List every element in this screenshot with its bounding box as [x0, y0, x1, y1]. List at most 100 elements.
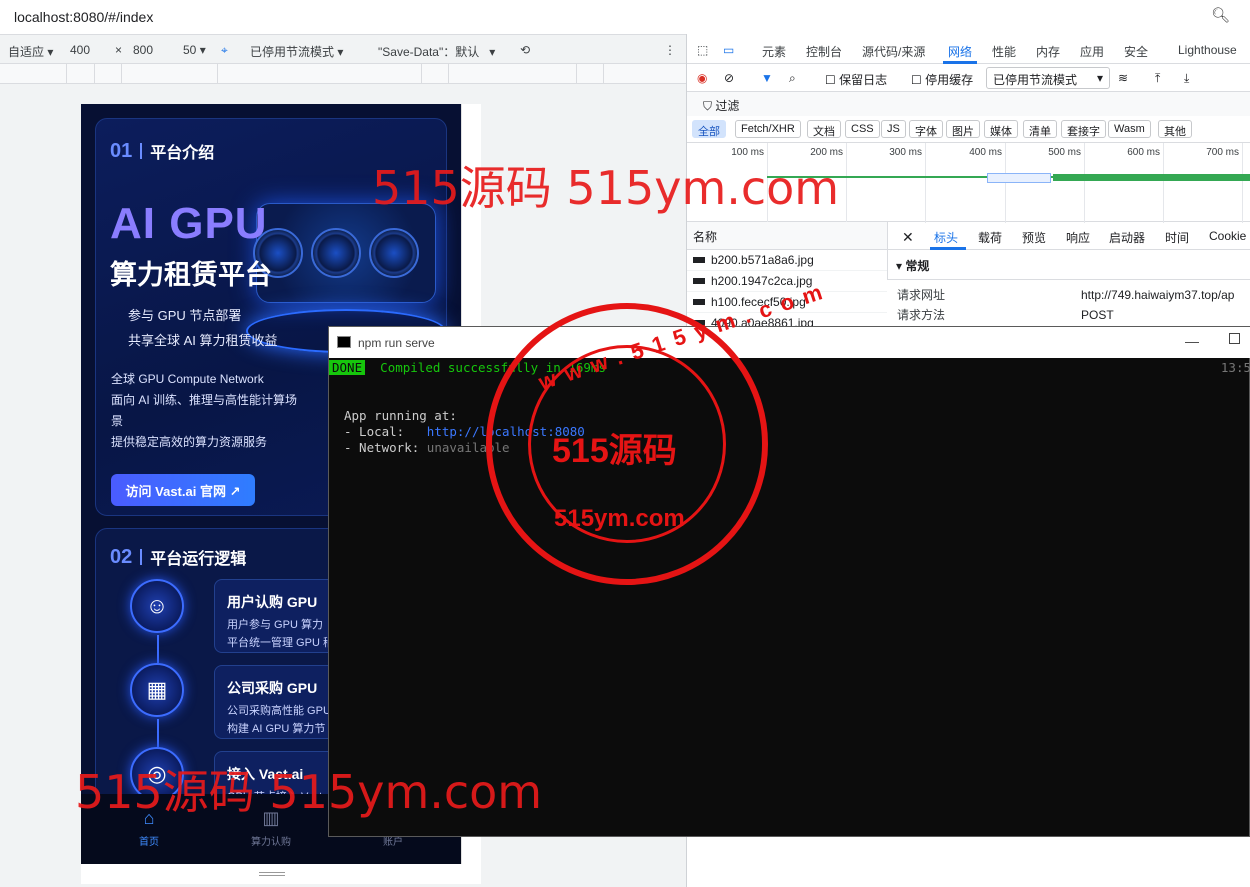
- terminal-title: npm run serve: [358, 336, 435, 350]
- type-wasm[interactable]: Wasm: [1108, 120, 1151, 138]
- device-mode-select[interactable]: 自适应 ▾: [8, 43, 53, 60]
- type-css[interactable]: CSS: [845, 120, 880, 138]
- network-toolbar: ◉ ⊘ ▼ ⌕ ☐ 保留日志 ☐ 停用缓存 已停用节流模式 ▾ ≋ ⤒ ⤓: [687, 64, 1250, 92]
- visit-vastai-button[interactable]: 访问 Vast.ai 官网 ↗: [111, 474, 255, 506]
- user-icon: ☺: [130, 579, 184, 633]
- viewport-icon[interactable]: ⌖: [221, 43, 228, 58]
- media-query-ruler: [0, 64, 686, 84]
- tab-security[interactable]: 安全: [1124, 43, 1148, 60]
- tab-initiator[interactable]: 启动器: [1109, 229, 1145, 246]
- tab-payload[interactable]: 载荷: [978, 229, 1002, 246]
- description: 全球 GPU Compute Network 面向 AI 训练、推理与高性能计算…: [111, 372, 298, 449]
- filter-row: ⛉ 过滤: [687, 92, 1250, 116]
- type-img[interactable]: 图片: [946, 120, 980, 138]
- inspect-icon[interactable]: ⬚: [697, 43, 708, 57]
- feature-line: 共享全球 AI 算力租赁收益: [128, 333, 278, 348]
- seal-bottom-text: 515ym.com: [554, 505, 685, 532]
- gpu-fan-icon: [311, 228, 361, 278]
- width-input[interactable]: 400: [70, 43, 90, 57]
- name-column-header[interactable]: 名称: [687, 222, 887, 250]
- tab-memory[interactable]: 内存: [1036, 43, 1060, 60]
- gpu-fan-icon: [369, 228, 419, 278]
- tab-application[interactable]: 应用: [1080, 43, 1104, 60]
- download-icon[interactable]: ⤓: [1184, 71, 1189, 86]
- resize-grip-icon[interactable]: [259, 872, 285, 876]
- request-row[interactable]: b200.b571a8a6.jpg: [687, 250, 887, 271]
- timeline-tick: 300 ms: [889, 143, 926, 223]
- watermark-text: 515源码 515ym.com: [372, 161, 840, 215]
- rotate-icon[interactable]: ⟲: [520, 43, 530, 57]
- type-js[interactable]: JS: [881, 120, 906, 138]
- request-detail-tabs: ✕ 标头 载荷 预览 响应 启动器 时间 Cookie: [887, 222, 1250, 250]
- zoom-select[interactable]: 50 ▾: [183, 43, 206, 57]
- building-icon: ▦: [130, 663, 184, 717]
- maximize-button[interactable]: [1229, 333, 1240, 344]
- headline: AI GPU: [110, 199, 268, 248]
- type-fetch[interactable]: Fetch/XHR: [735, 120, 801, 138]
- tab-console[interactable]: 控制台: [806, 43, 842, 60]
- timeline-tick: 200 ms: [810, 143, 847, 223]
- tab-lighthouse[interactable]: Lighthouse: [1178, 43, 1237, 57]
- request-method-row: 请求方法 POST: [897, 308, 1114, 322]
- preserve-log-checkbox[interactable]: ☐ 保留日志: [825, 71, 887, 88]
- watermark-seal: 515源码 515ym.com www.515ym.com: [486, 276, 835, 585]
- search-icon[interactable]: ⌕: [789, 71, 796, 86]
- viewport-resize-bar[interactable]: [81, 864, 481, 884]
- network-throttle-select[interactable]: 已停用节流模式 ▾: [986, 67, 1110, 89]
- type-other[interactable]: 其他: [1158, 120, 1192, 138]
- timeline-tick: 700 ms: [1206, 143, 1243, 223]
- logic-section-title: 02 平台运行逻辑: [110, 545, 247, 569]
- clear-icon[interactable]: ⊘: [724, 71, 734, 85]
- height-input[interactable]: 800: [133, 43, 153, 57]
- intro-section-title: 01 平台介绍: [110, 139, 215, 163]
- tab-network[interactable]: 网络: [948, 43, 972, 60]
- type-media[interactable]: 媒体: [984, 120, 1018, 138]
- tab-timing[interactable]: 时间: [1165, 229, 1189, 246]
- watermark-text: 515源码 515ym.com: [75, 765, 543, 819]
- address-bar[interactable]: localhost:8080/#/index 🔍︎: [0, 0, 1250, 34]
- throttle-select[interactable]: 已停用节流模式 ▾: [250, 43, 343, 60]
- type-doc[interactable]: 文档: [807, 120, 841, 138]
- timeline-bar: [987, 173, 1051, 183]
- type-font[interactable]: 字体: [909, 120, 943, 138]
- record-icon[interactable]: ◉: [697, 71, 707, 85]
- tab-headers[interactable]: 标头: [934, 229, 958, 246]
- timeline-tick: 500 ms: [1048, 143, 1085, 223]
- disable-cache-checkbox[interactable]: ☐ 停用缓存: [911, 71, 973, 88]
- network-line: - Network: unavailable: [344, 440, 510, 455]
- filter-icon[interactable]: ▼: [761, 71, 773, 85]
- connector-line: [157, 635, 159, 663]
- request-url-row: 请求网址 http://749.haiwaiym37.top/ap: [897, 288, 1235, 302]
- tab-sources[interactable]: 源代码/来源: [862, 43, 925, 60]
- type-socket[interactable]: 套接字: [1061, 120, 1106, 138]
- type-manifest[interactable]: 清单: [1023, 120, 1057, 138]
- type-all[interactable]: 全部: [692, 120, 726, 138]
- seal-center-text: 515源码: [552, 432, 677, 470]
- tab-preview[interactable]: 预览: [1022, 229, 1046, 246]
- upload-icon[interactable]: ⤒: [1155, 71, 1160, 86]
- connector-line: [157, 719, 159, 747]
- image-file-icon: [693, 278, 705, 284]
- filter-input[interactable]: ⛉ 过滤: [703, 97, 739, 114]
- feature-line: 参与 GPU 节点部署: [128, 308, 242, 323]
- tab-performance[interactable]: 性能: [992, 43, 1016, 60]
- image-file-icon: [693, 299, 705, 305]
- zoom-icon[interactable]: 🔍︎: [1211, 6, 1230, 24]
- device-toggle-icon[interactable]: ▭: [723, 43, 734, 57]
- tab-response[interactable]: 响应: [1066, 229, 1090, 246]
- devtools-tabs: ⬚ ▭ 元素 控制台 源代码/来源 网络 性能 内存 应用 安全 Lightho…: [687, 34, 1250, 64]
- url-text[interactable]: localhost:8080/#/index: [14, 9, 153, 25]
- terminal-titlebar[interactable]: npm run serve —: [329, 327, 1250, 358]
- more-icon[interactable]: ⋮: [664, 43, 676, 57]
- tab-cookies[interactable]: Cookie: [1209, 229, 1246, 243]
- close-icon[interactable]: ✕: [902, 229, 914, 246]
- save-data-select[interactable]: "Save-Data"：默认 ▾: [378, 43, 495, 60]
- running-line: App running at:: [344, 408, 457, 423]
- general-section-header[interactable]: ▾ 常规: [887, 250, 1250, 280]
- resource-type-filters: 全部 Fetch/XHR 文档 CSS JS 字体 图片 媒体 清单 套接字 W…: [687, 116, 1250, 142]
- times-sign: ×: [115, 43, 123, 57]
- tab-elements[interactable]: 元素: [762, 43, 786, 60]
- wifi-icon[interactable]: ≋: [1118, 71, 1128, 85]
- minimize-button[interactable]: —: [1185, 333, 1199, 349]
- timeline-tick: 600 ms: [1127, 143, 1164, 223]
